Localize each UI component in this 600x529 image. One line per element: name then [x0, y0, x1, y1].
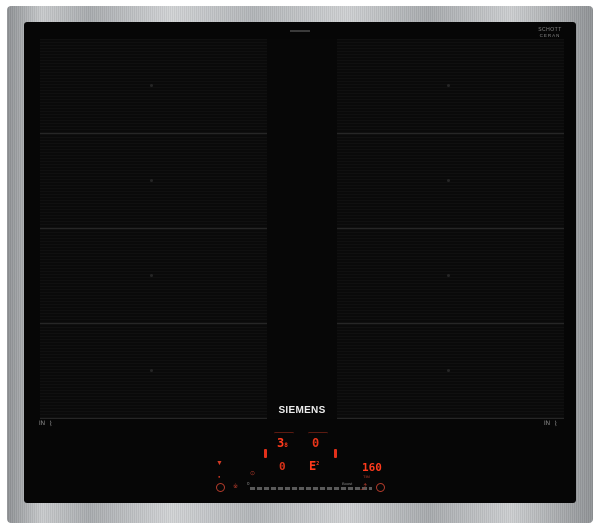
- left-lower-display[interactable]: 0: [279, 460, 286, 473]
- zone-center-mark: [447, 369, 450, 372]
- brand-logo: SIEMENS: [278, 405, 326, 416]
- left-flex-zone[interactable]: [40, 39, 267, 419]
- right-zone-indicator: IN ⌇: [544, 420, 557, 428]
- indicator-dot: ●: [218, 474, 221, 479]
- right-zone-3[interactable]: [337, 229, 564, 324]
- right-indicator-label: IN: [544, 421, 550, 427]
- arrow-down-icon[interactable]: ▼: [216, 460, 223, 467]
- right-flex-zone[interactable]: [337, 39, 564, 419]
- left-zone-indicator: IN ⌇: [39, 420, 52, 428]
- slider-boost-label: Boost: [342, 481, 353, 486]
- right-display-top-frame: [308, 432, 328, 435]
- ceramic-glass-surface: SCHOTT CERAN SIEMENS IN ⌇ IN ⌇ 38 0 0 E2…: [24, 22, 576, 503]
- arrow-up-icon[interactable]: ※: [233, 483, 238, 490]
- slider-min-label: 0: [247, 481, 250, 486]
- power-icon[interactable]: [216, 483, 225, 492]
- zone-center-mark: [150, 369, 153, 372]
- timer-display[interactable]: 160: [362, 461, 382, 474]
- left-zone-select-led[interactable]: [264, 449, 267, 458]
- center-strip: [267, 39, 337, 419]
- right-zone-select-led[interactable]: [334, 449, 337, 458]
- right-zone-1[interactable]: [337, 39, 564, 134]
- flex-zone-icon: ⌇: [49, 421, 53, 428]
- timer-icon[interactable]: [376, 483, 385, 492]
- left-display-top-frame: [274, 432, 294, 435]
- zone-center-mark: [150, 274, 153, 277]
- zone-center-mark: [447, 84, 450, 87]
- left-zone-1[interactable]: [40, 39, 267, 134]
- zone-center-mark: [447, 179, 450, 182]
- power-slider[interactable]: [250, 487, 372, 490]
- left-zone-2[interactable]: [40, 134, 267, 229]
- zone-center-mark: [447, 274, 450, 277]
- top-marker: [290, 30, 310, 32]
- left-zone-4[interactable]: [40, 324, 267, 419]
- left-upper-sub: 8: [284, 442, 288, 449]
- timer-mode-label: TIM: [363, 474, 370, 479]
- right-zone-2[interactable]: [337, 134, 564, 229]
- right-lower-sup: 2: [316, 461, 320, 467]
- zone-center-mark: [150, 179, 153, 182]
- right-lower-display[interactable]: E2: [309, 459, 319, 473]
- left-indicator-label: IN: [39, 421, 45, 427]
- flex-zone-icon[interactable]: ⤴: [360, 482, 367, 492]
- lock-icon[interactable]: ⊙: [250, 470, 255, 477]
- left-upper-display[interactable]: 38: [277, 436, 288, 450]
- right-zone-4[interactable]: [337, 324, 564, 419]
- right-upper-display[interactable]: 0: [312, 436, 319, 450]
- zone-center-mark: [150, 84, 153, 87]
- left-zone-3[interactable]: [40, 229, 267, 324]
- flex-zone-icon: ⌇: [554, 421, 558, 428]
